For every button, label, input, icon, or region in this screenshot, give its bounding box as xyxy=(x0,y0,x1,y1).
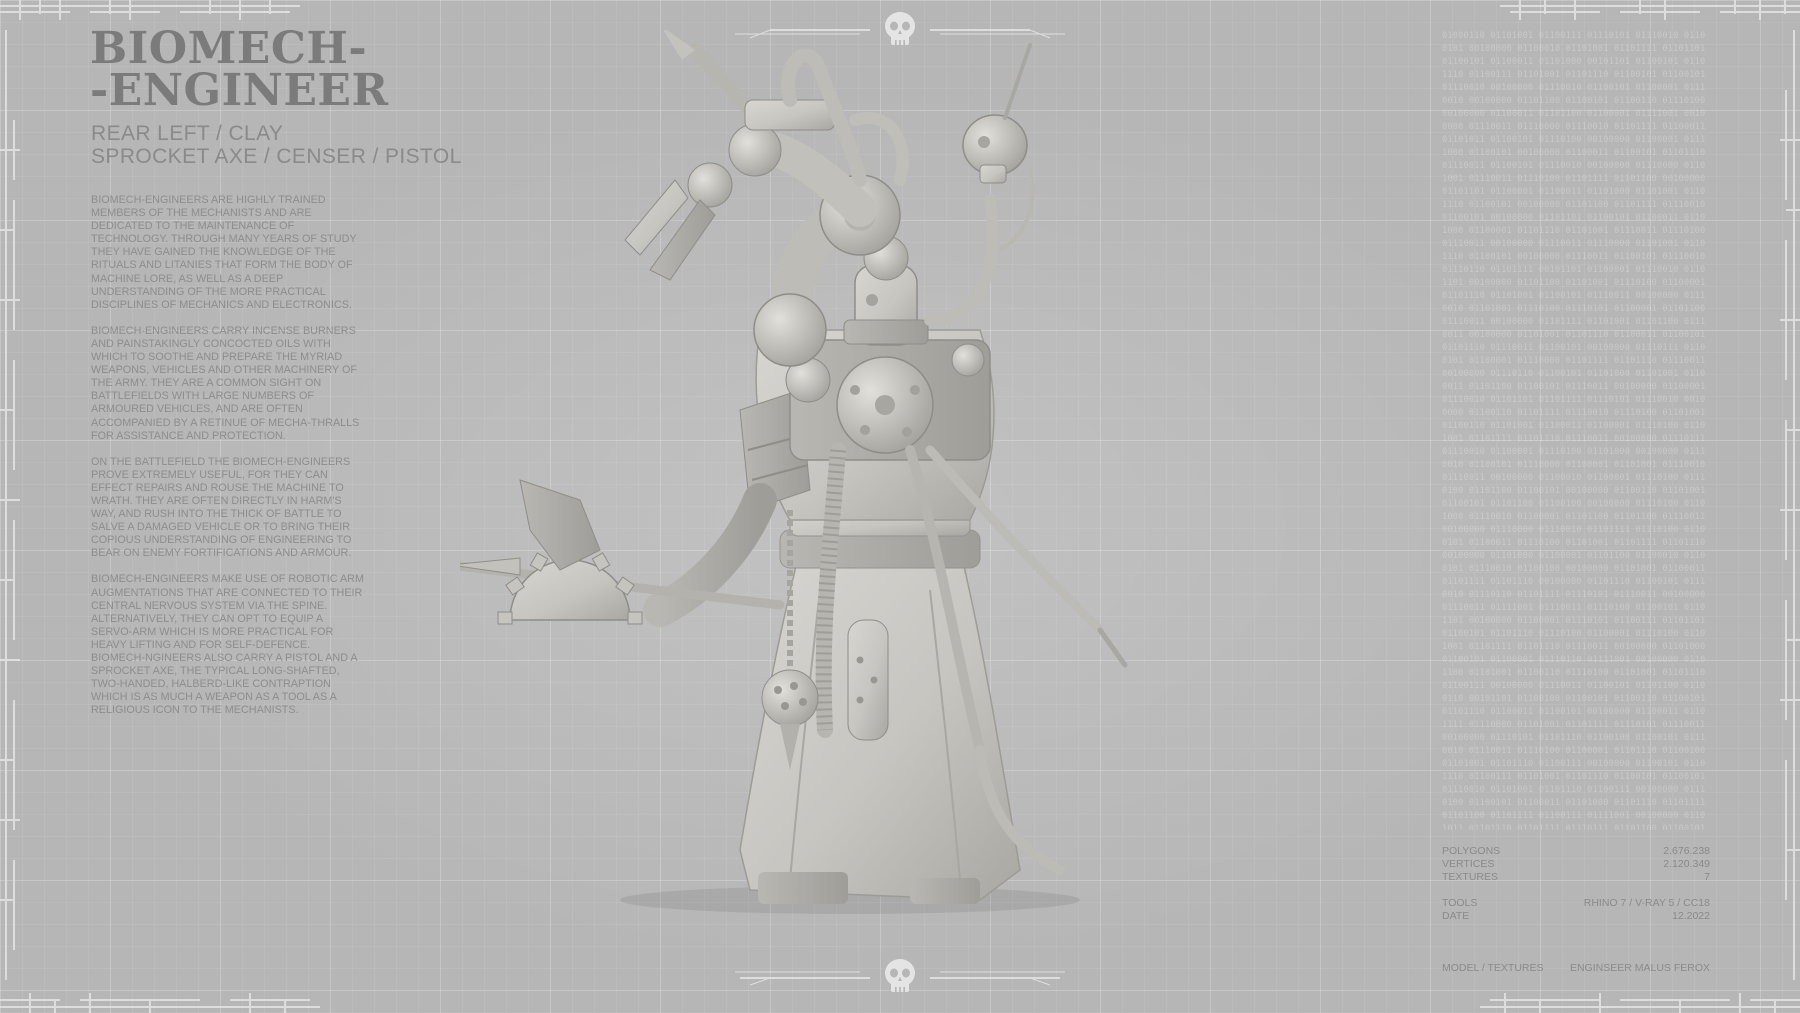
stat-label: POLYGONS xyxy=(1442,845,1501,857)
title-line: -ENGINEER xyxy=(90,65,389,116)
view-subtitle: REAR LEFT / CLAY SPROCKET AXE / CENSER /… xyxy=(91,122,462,168)
description-paragraph: BIOMECH-ENGINEERS MAKE USE OF ROBOTIC AR… xyxy=(91,573,364,717)
subtitle-line: REAR LEFT / CLAY xyxy=(91,122,284,145)
biomech-engineer-figure xyxy=(460,30,1128,914)
stat-label: MODEL / TEXTURES xyxy=(1442,962,1544,974)
stat-row: VERTICES 2.120.349 xyxy=(1442,858,1710,871)
stat-value: ENGINSEER MALUS FEROX xyxy=(1569,962,1710,974)
description-paragraph: ON THE BATTLEFIELD THE BIOMECH-ENGINEERS… xyxy=(91,455,352,560)
stat-row: MODEL / TEXTURES ENGINSEER MALUS FEROX xyxy=(1442,962,1710,975)
page-title: BIOMECH- -ENGINEER xyxy=(90,23,389,116)
stat-value: 2.676.238 xyxy=(1663,845,1710,857)
skull-icon xyxy=(885,959,915,992)
stat-label: TEXTURES xyxy=(1442,871,1499,883)
binary-code-column: 01000110 01101001 01100111 01110101 0111… xyxy=(1442,31,1706,830)
title-line: BIOMECH- xyxy=(90,23,368,74)
stat-value: 12.2022 xyxy=(1672,910,1710,922)
stat-value: 2.120.349 xyxy=(1663,858,1710,870)
stat-row: DATE 12.2022 xyxy=(1442,910,1710,923)
stat-value: RHINO 7 / V-RAY 5 / CC18 xyxy=(1583,897,1710,909)
stat-row: POLYGONS 2.676.238 xyxy=(1442,845,1710,858)
stat-label: TOOLS xyxy=(1442,897,1478,909)
subtitle-line: SPROCKET AXE / CENSER / PISTOL xyxy=(91,145,462,168)
description-paragraph: BIOMECH-ENGINEERS ARE HIGHLY TRAINED MEM… xyxy=(91,194,357,311)
blueprint-canvas: BIOMECH- -ENGINEER REAR LEFT / CLAY SPRO… xyxy=(0,0,1800,1013)
stat-label: DATE xyxy=(1442,910,1470,922)
model-stats: POLYGONS 2.676.238 VERTICES 2.120.349 TE… xyxy=(1442,845,1710,975)
description-paragraph: BIOMECH-ENGINEERS CARRY INCENSE BURNERS … xyxy=(91,324,360,442)
stat-label: VERTICES xyxy=(1442,858,1495,870)
stat-row: TEXTURES 7 xyxy=(1442,871,1710,884)
lore-description: BIOMECH-ENGINEERS ARE HIGHLY TRAINED MEM… xyxy=(91,194,366,730)
stat-value: 7 xyxy=(1704,871,1710,883)
stat-row: TOOLS RHINO 7 / V-RAY 5 / CC18 xyxy=(1442,897,1710,910)
